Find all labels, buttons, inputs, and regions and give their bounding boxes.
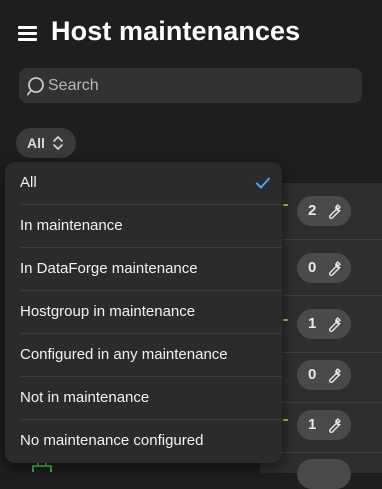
maintenance-count: 0 — [308, 259, 317, 276]
maintenance-count-button[interactable] — [297, 459, 351, 489]
maintenance-count-button[interactable]: 1 — [297, 410, 351, 440]
dropdown-option-label: Hostgroup in maintenance — [20, 303, 196, 320]
dropdown-option-hostgroup-in-maintenance[interactable]: Hostgroup in maintenance — [5, 291, 282, 334]
filter-dropdown-menu: All In maintenance In DataForge maintena… — [5, 162, 282, 463]
dropdown-option-configured-in-any-maintenance[interactable]: Configured in any maintenance — [5, 334, 282, 377]
filter-selected-label: All — [27, 135, 45, 151]
search-box[interactable] — [19, 68, 362, 103]
filter-select[interactable]: All — [16, 128, 76, 158]
dropdown-option-label: Not in maintenance — [20, 389, 150, 406]
wrench-icon — [328, 204, 341, 220]
page-title: Host maintenances — [51, 16, 301, 46]
status-indicator — [283, 419, 288, 421]
maintenance-count: 1 — [308, 315, 317, 332]
maintenance-count: 0 — [308, 366, 317, 383]
dropdown-option-label: All — [20, 174, 37, 191]
wrench-icon — [328, 261, 341, 277]
dropdown-option-not-in-maintenance[interactable]: Not in maintenance — [5, 377, 282, 420]
hamburger-menu-icon[interactable] — [18, 26, 38, 42]
maintenance-count: 1 — [308, 416, 317, 433]
dropdown-option-label: No maintenance configured — [20, 432, 204, 449]
dropdown-option-label: In maintenance — [20, 217, 123, 234]
dropdown-option-no-maintenance-configured[interactable]: No maintenance configured — [5, 420, 282, 463]
wrench-icon — [328, 368, 341, 384]
header: Host maintenances — [0, 0, 382, 66]
dropdown-option-all[interactable]: All — [5, 162, 282, 205]
search-input[interactable] — [48, 68, 348, 103]
checkmark-icon — [256, 177, 270, 189]
dropdown-option-in-dataforge-maintenance[interactable]: In DataForge maintenance — [5, 248, 282, 291]
chevron-up-down-icon — [53, 136, 63, 150]
dropdown-option-label: In DataForge maintenance — [20, 260, 198, 277]
maintenance-count-button[interactable]: 2 — [297, 196, 351, 226]
wrench-icon — [328, 317, 341, 333]
wrench-icon — [328, 418, 341, 434]
status-indicator — [283, 204, 288, 206]
dropdown-option-label: Configured in any maintenance — [20, 346, 228, 363]
maintenance-count-button[interactable]: 0 — [297, 360, 351, 390]
search-icon — [27, 77, 44, 96]
host-status-icon — [32, 463, 52, 472]
status-indicator — [283, 319, 288, 321]
maintenance-count-button[interactable]: 0 — [297, 253, 351, 283]
maintenance-count: 2 — [308, 202, 317, 219]
dropdown-option-in-maintenance[interactable]: In maintenance — [5, 205, 282, 248]
maintenance-count-button[interactable]: 1 — [297, 309, 351, 339]
